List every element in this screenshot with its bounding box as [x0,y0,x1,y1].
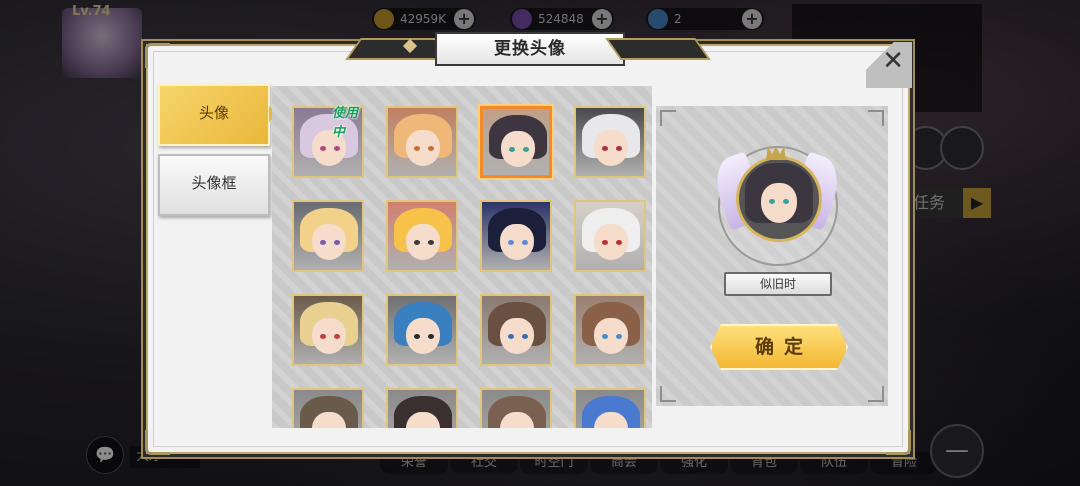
avatar-option[interactable] [386,200,458,272]
avatar-eye [414,240,420,245]
avatar-eye [616,334,622,339]
avatar-option[interactable] [292,200,364,272]
avatar-eye [334,146,340,151]
avatar-face [500,318,534,354]
dialog-title: 更换头像 [494,39,566,59]
avatar-option[interactable] [292,388,364,428]
avatar-eye [602,146,608,151]
avatar-eye [334,240,340,245]
avatar-eye [616,146,622,151]
avatar-eye [428,146,434,151]
avatar-eye [522,240,528,245]
avatar-face [594,318,628,354]
close-icon: ✕ [882,46,904,76]
avatar-eye [414,334,420,339]
avatar-eye [320,334,326,339]
avatar-option[interactable] [574,294,646,366]
avatar-face [312,318,346,354]
title-ornament-right [605,38,711,60]
avatar-face [594,130,628,166]
avatar-face [594,224,628,260]
close-button[interactable]: ✕ [866,42,912,88]
corner-ornament [868,110,884,126]
corner-ornament [145,43,170,68]
avatar-option[interactable] [386,388,458,428]
preview-face [761,183,797,223]
tab-avatar[interactable]: 头像 [158,84,278,146]
avatar-face [406,224,440,260]
avatar-eye [414,146,420,151]
avatar-face [501,131,535,167]
avatar-eye [428,240,434,245]
avatar-eye [320,240,326,245]
avatar-option[interactable] [480,106,552,178]
corner-ornament [145,430,170,455]
avatar-eye [522,334,528,339]
avatar-eye [320,146,326,151]
avatar-option[interactable] [480,294,552,366]
avatar-eye [616,240,622,245]
tab-avatar-frame-label: 头像框 [191,174,237,192]
preview-avatar-name: 似旧时 [724,272,832,296]
avatar-eye [428,334,434,339]
title-plate: 更换头像 [435,32,625,66]
avatar-eye [509,147,515,152]
confirm-button[interactable]: 确定 [710,324,848,370]
avatar-option[interactable] [480,388,552,428]
avatar-eye [602,334,608,339]
avatar-eye [508,334,514,339]
tab-avatar-label: 头像 [198,104,229,122]
avatar-face [500,224,534,260]
avatar-face [406,130,440,166]
preview-eye [783,199,789,204]
in-use-badge: 使用中 [332,106,359,140]
avatar-option[interactable]: 使用中 [292,106,364,178]
avatar-face [406,318,440,354]
avatar-option[interactable] [386,106,458,178]
avatar-preview-panel: 似旧时 确定 [656,106,888,406]
corner-ornament [660,386,676,402]
avatar-grid[interactable]: 使用中 [272,86,652,428]
corner-ornament [868,386,884,402]
avatar-option[interactable] [386,294,458,366]
avatar-option[interactable] [574,200,646,272]
confirm-label: 确定 [754,336,813,358]
avatar-eye [523,147,529,152]
avatar-face [312,224,346,260]
crown-icon [766,146,786,160]
dialog-title-bar: 更换头像 [345,32,711,66]
avatar-eye [508,240,514,245]
corner-ornament [886,430,911,455]
preview-eye [769,199,775,204]
avatar-option[interactable] [574,388,646,428]
avatar-eye [334,334,340,339]
tab-avatar-frame[interactable]: 头像框 [158,154,270,216]
preview-avatar [736,156,822,242]
avatar-option[interactable] [480,200,552,272]
corner-ornament [660,110,676,126]
avatar-option[interactable] [574,106,646,178]
avatar-eye [602,240,608,245]
change-avatar-dialog: 更换头像 ✕ 头像 头像框 使用中 似旧时 确定 [145,32,912,455]
avatar-option[interactable] [292,294,364,366]
